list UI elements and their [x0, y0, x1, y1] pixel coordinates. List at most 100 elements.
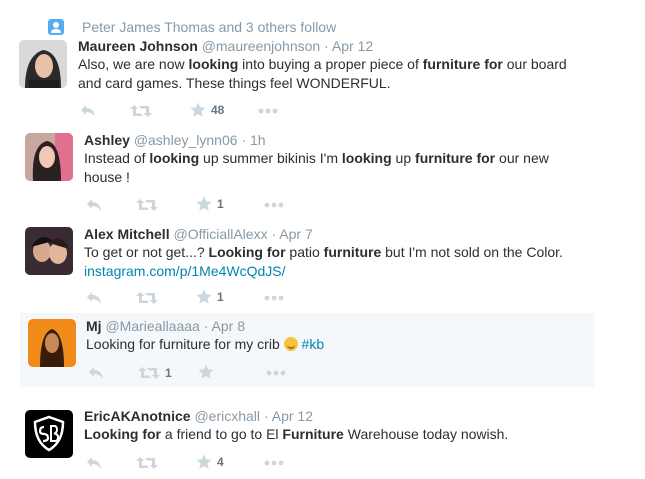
reply-icon — [86, 456, 102, 470]
like-button[interactable]: 1 — [196, 196, 224, 212]
more-button[interactable] — [258, 108, 278, 114]
retweet-icon — [138, 366, 160, 380]
reply-button[interactable] — [80, 104, 96, 118]
smiley-emoji-icon — [283, 337, 298, 351]
author-name[interactable]: Alex Mitchell — [84, 226, 170, 242]
author-handle[interactable]: @maureenjohnson — [202, 38, 321, 54]
author-name[interactable]: Ashley — [84, 132, 130, 148]
reply-icon — [86, 291, 102, 305]
highlighted-term: Furniture — [282, 426, 344, 442]
tweet-timestamp[interactable]: Apr 8 — [212, 318, 245, 334]
retweet-button[interactable] — [130, 104, 157, 118]
tweet-text: Also, we are now looking into buying a p… — [78, 55, 598, 93]
highlighted-term: furniture for — [415, 150, 496, 166]
tweet[interactable]: Maureen Johnson @maureenjohnson · Apr 12… — [0, 36, 645, 124]
tweet-text-segment: Instead of — [84, 150, 150, 166]
tweet-text-segment: a friend to go to El — [161, 426, 283, 442]
retweet-button[interactable] — [136, 456, 163, 470]
retweet-button[interactable]: 1 — [138, 366, 172, 380]
reply-button[interactable] — [86, 198, 102, 212]
reply-icon — [80, 104, 96, 118]
more-icon — [264, 460, 284, 466]
retweet-icon — [130, 104, 152, 118]
author-handle[interactable]: @ericxhall — [194, 408, 260, 424]
follow-icon — [48, 19, 64, 35]
tweet-text: Looking for furniture for my crib #kb — [86, 335, 606, 354]
more-icon — [264, 202, 284, 208]
reply-button[interactable] — [88, 366, 104, 380]
star-icon — [198, 364, 214, 380]
tweet-text-segment: up — [391, 150, 416, 166]
avatar[interactable] — [25, 133, 73, 181]
retweet-icon — [136, 198, 158, 212]
tweet-text-segment: but I'm not sold on the Color. — [381, 244, 563, 260]
author-handle[interactable]: @Marieallaaaa — [105, 318, 199, 334]
avatar[interactable] — [28, 319, 76, 367]
star-icon — [196, 454, 212, 470]
tweet-timestamp[interactable]: 1h — [250, 132, 266, 148]
tweet[interactable]: Ashley @ashley_lynn06 · 1h Instead of lo… — [0, 127, 645, 219]
tweet-timestamp[interactable]: Apr 12 — [272, 408, 313, 424]
reply-icon — [88, 366, 104, 380]
like-button[interactable]: 4 — [196, 454, 224, 470]
more-icon — [258, 108, 278, 114]
tweet[interactable]: Mj @Marieallaaaa · Apr 8 Looking for fur… — [20, 313, 594, 387]
tweet-text-segment: patio — [285, 244, 324, 260]
more-icon — [264, 295, 284, 301]
like-button[interactable] — [198, 364, 219, 380]
author-name[interactable]: Mj — [86, 318, 102, 334]
tweet-text-segment: into buying a proper piece of — [238, 56, 423, 72]
tweet-timestamp[interactable]: Apr 12 — [332, 38, 373, 54]
reply-button[interactable] — [86, 291, 102, 305]
like-button[interactable]: 48 — [190, 102, 224, 118]
like-button[interactable]: 1 — [196, 289, 224, 305]
tweet-timestamp[interactable]: Apr 7 — [279, 226, 312, 242]
highlighted-term: Looking for — [208, 244, 286, 260]
highlighted-term: Looking for — [84, 426, 161, 442]
avatar[interactable] — [25, 227, 73, 275]
retweet-icon — [136, 456, 158, 470]
like-count: 1 — [217, 197, 224, 211]
tweet-text-segment: up summer bikinis I'm — [199, 150, 342, 166]
author-handle[interactable]: @ashley_lynn06 — [134, 132, 238, 148]
tweet[interactable]: Alex Mitchell @OfficiallAlexx · Apr 7 To… — [0, 221, 645, 311]
like-count: 4 — [217, 455, 224, 469]
highlighted-term: furniture — [323, 244, 382, 260]
hashtag-link[interactable]: #kb — [302, 336, 325, 352]
avatar[interactable] — [19, 40, 67, 88]
tweet[interactable]: EricAKAnotnice @ericxhall · Apr 12 Looki… — [0, 403, 645, 477]
author-name[interactable]: Maureen Johnson — [78, 38, 198, 54]
tweet-text-segment: Looking for furniture for my crib — [86, 336, 284, 352]
highlighted-term: furniture for — [422, 56, 503, 72]
tweet-text: Looking for a friend to go to El Furnitu… — [84, 425, 604, 444]
tweet-text-segment: To get or not get...? — [84, 244, 209, 260]
star-icon — [190, 102, 206, 118]
like-count: 48 — [211, 103, 225, 117]
tweet-text-segment: our new — [495, 150, 549, 166]
avatar[interactable] — [25, 410, 73, 458]
more-button[interactable] — [266, 370, 286, 376]
more-button[interactable] — [264, 202, 284, 208]
tweet-text-segment: house ! — [84, 169, 130, 185]
retweet-icon — [136, 291, 158, 305]
tweet-text-segment: and card games. These things feel WONDER… — [78, 75, 391, 91]
tweet-link[interactable]: instagram.com/p/1Me4WcQdJS/ — [84, 263, 286, 279]
author-handle[interactable]: @OfficiallAlexx — [173, 226, 267, 242]
author-name[interactable]: EricAKAnotnice — [84, 408, 191, 424]
reply-button[interactable] — [86, 456, 102, 470]
tweet-text-segment: our board — [502, 56, 567, 72]
retweet-count: 1 — [165, 366, 172, 380]
highlighted-term: looking — [341, 150, 392, 166]
tweet-text: To get or not get...? Looking for patio … — [84, 243, 604, 281]
highlighted-term: looking — [149, 150, 200, 166]
retweet-button[interactable] — [136, 198, 163, 212]
tweet-text: Instead of looking up summer bikinis I'm… — [84, 149, 604, 187]
tweet-text-segment: Warehouse today nowish. — [343, 426, 509, 442]
more-button[interactable] — [264, 460, 284, 466]
retweet-button[interactable] — [136, 291, 163, 305]
more-button[interactable] — [264, 295, 284, 301]
tweet-text-segment: Also, we are now — [78, 56, 189, 72]
social-context-text[interactable]: Peter James Thomas and 3 others follow — [82, 19, 336, 35]
reply-icon — [86, 198, 102, 212]
like-count: 1 — [217, 290, 224, 304]
